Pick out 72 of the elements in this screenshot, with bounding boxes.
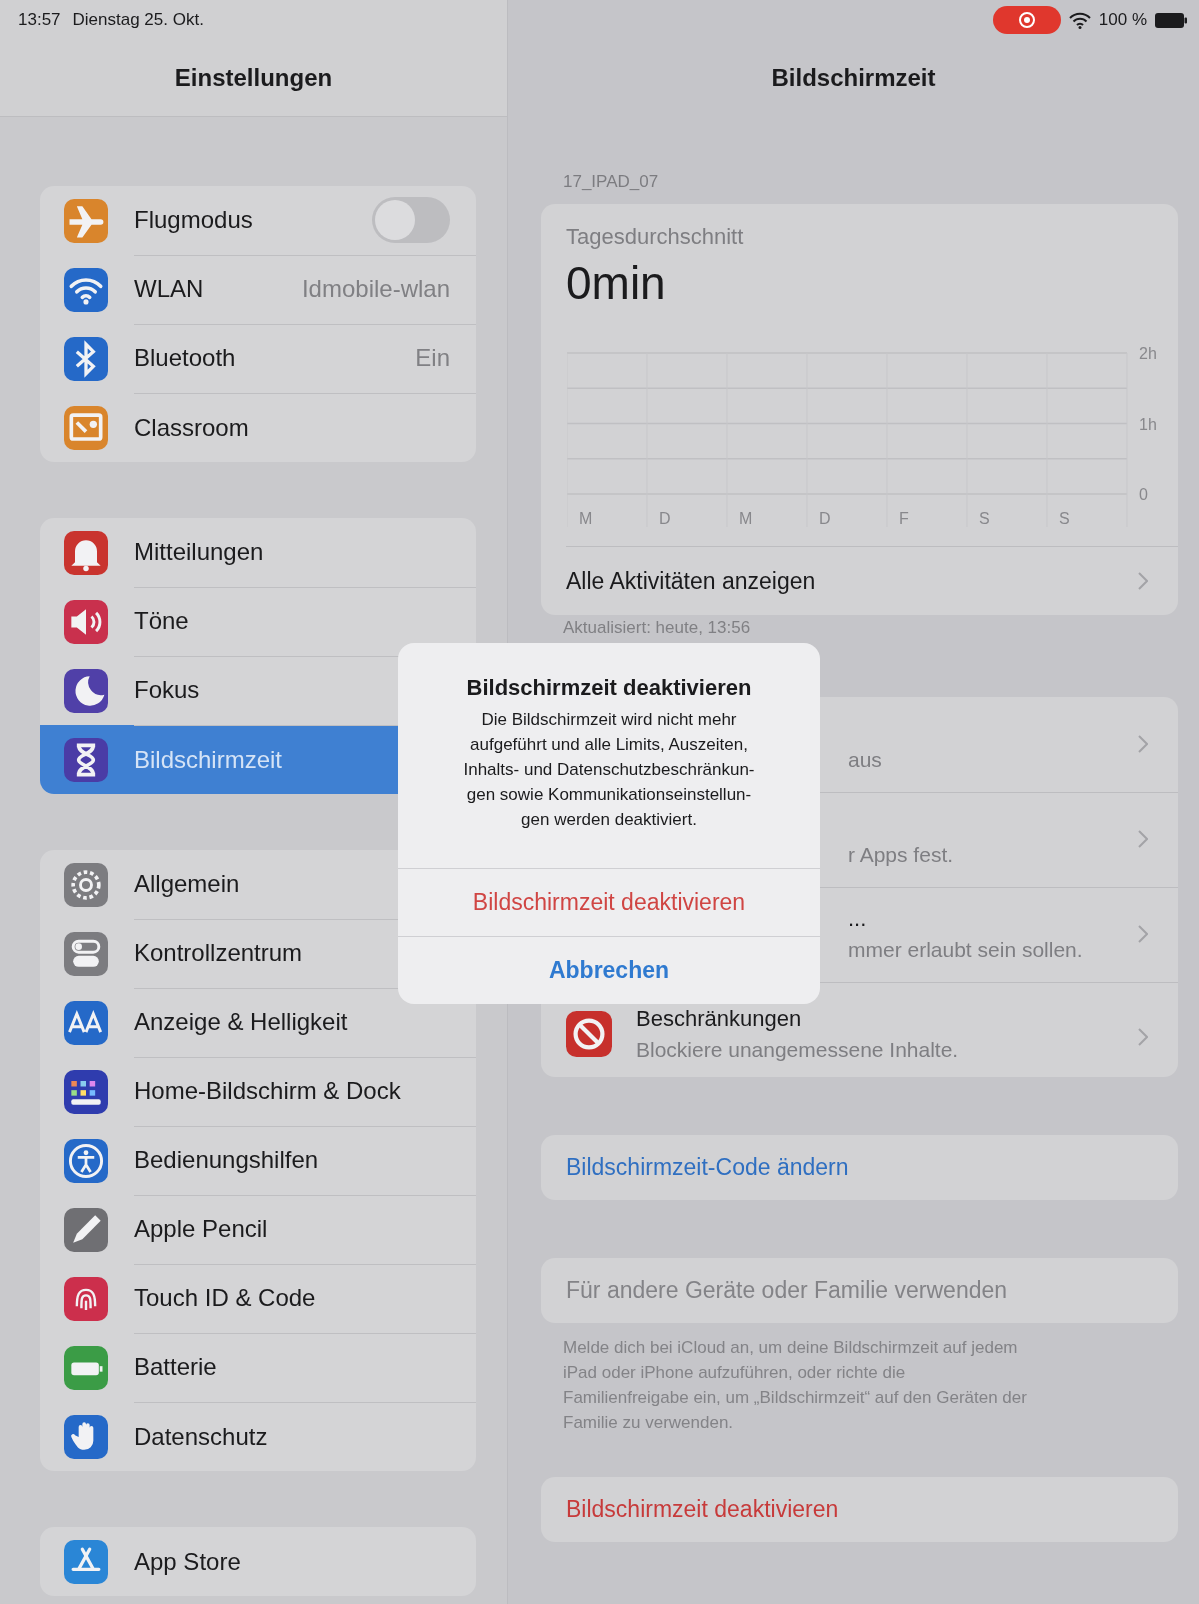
family-note: Melde dich bei iCloud an, um deine Bildschirmzeit auf jedem iPad oder iPhone aufzuführen, oder richte die Familienfreigabe ein, um „Bildschirmzeit“ auf den Geräten der Familie zu verwenden. (562, 1337, 1028, 1434)
sidebar-item[interactable]: Touch ID & Code (40, 1264, 476, 1333)
updated-note: Aktualisiert: heute, 13:56 (563, 618, 751, 637)
device-name: 17_IPAD_07 (562, 171, 660, 193)
status-time: 13:57 (18, 10, 61, 30)
axis-label: 2h (1139, 345, 1157, 362)
sidebar-item[interactable]: Datenschutz (40, 1402, 476, 1471)
sidebar-item[interactable]: Home-Bildschirm & Dock (40, 1057, 476, 1126)
battery-icon (64, 1345, 108, 1390)
option-subtitle: Blockiere unangemessene Inhalte. (636, 1037, 960, 1062)
axis-label: D (819, 510, 831, 527)
bell-icon (64, 530, 108, 575)
chevron-icon (1138, 572, 1148, 590)
sidebar-item[interactable]: WLAN Idmobile-wlan (40, 255, 476, 324)
activity-link[interactable]: Alle Aktivitäten anzeigen (566, 546, 1178, 615)
option-title: Beschränkungen (636, 1005, 803, 1032)
toggle-switch[interactable] (372, 197, 450, 243)
chevron-icon (1138, 734, 1148, 753)
chevron-icon (1138, 924, 1148, 943)
alert-button[interactable]: Bildschirmzeit deaktivieren (398, 868, 820, 936)
battery-icon (1155, 12, 1187, 28)
summary-label: Tagesdurchschnitt (565, 224, 745, 250)
sidebar-title: Einstellungen (174, 64, 333, 92)
axis-label: D (659, 510, 671, 527)
option-subtitle: mmer erlaubt sein sollen. (848, 938, 1084, 962)
option-subtitle: aus (848, 747, 883, 772)
axis-label: 0 (1139, 486, 1148, 503)
airplane-icon (64, 198, 108, 243)
axis-label: F (899, 510, 909, 527)
wifi-icon (1068, 11, 1091, 29)
sidebar-item[interactable]: Apple Pencil (40, 1195, 476, 1264)
axis-label: M (739, 510, 753, 527)
speaker-icon (64, 599, 108, 644)
sidebar-item[interactable]: Bedienungshilfen (40, 1126, 476, 1195)
option-title: ... (848, 906, 868, 932)
alert-title: Bildschirmzeit deaktivieren (465, 674, 753, 702)
sidebar-item[interactable]: Mitteilungen (40, 518, 476, 587)
summary-value: 0min (565, 256, 667, 310)
sidebar-item[interactable]: Flugmodus (40, 186, 476, 255)
no-entry-icon (566, 1010, 612, 1057)
page-title: Bildschirmzeit (771, 64, 936, 92)
hand-icon (64, 1414, 108, 1459)
text-size-icon (64, 1000, 108, 1045)
chevron-icon (1138, 1028, 1148, 1046)
battery-percentage: 100 % (1098, 10, 1147, 30)
toggle-switches-icon (64, 931, 108, 976)
axis-label: M (579, 510, 593, 527)
sidebar-item[interactable]: Classroom (40, 393, 476, 462)
accessibility-icon (64, 1138, 108, 1183)
recording-indicator-icon (992, 6, 1061, 34)
hourglass-icon (64, 737, 108, 782)
axis-label: S (979, 510, 990, 527)
axis-label: S (1059, 510, 1070, 527)
alert-button[interactable]: Abbrechen (398, 936, 820, 1004)
classroom-icon (64, 405, 108, 450)
setting-value: Idmobile-wlan (301, 275, 450, 303)
sidebar-item[interactable]: Batterie (40, 1333, 476, 1402)
gear-icon (64, 862, 108, 907)
wifi-icon (64, 267, 108, 312)
status-date: Dienstag 25. Okt. (72, 10, 204, 30)
axis-label: 1h (1139, 415, 1157, 433)
app-store-icon (64, 1539, 108, 1584)
sidebar-item[interactable]: App Store (40, 1527, 476, 1596)
sidebar-item[interactable]: Bluetooth Ein (40, 324, 476, 393)
bluetooth-icon (64, 336, 108, 381)
app-grid-icon (64, 1069, 108, 1114)
pencil-icon (64, 1207, 108, 1252)
setting-value: Ein (415, 344, 450, 372)
fingerprint-icon (64, 1276, 108, 1321)
chevron-icon (1138, 829, 1148, 848)
moon-icon (64, 668, 108, 713)
option-subtitle: r Apps fest. (848, 842, 955, 867)
